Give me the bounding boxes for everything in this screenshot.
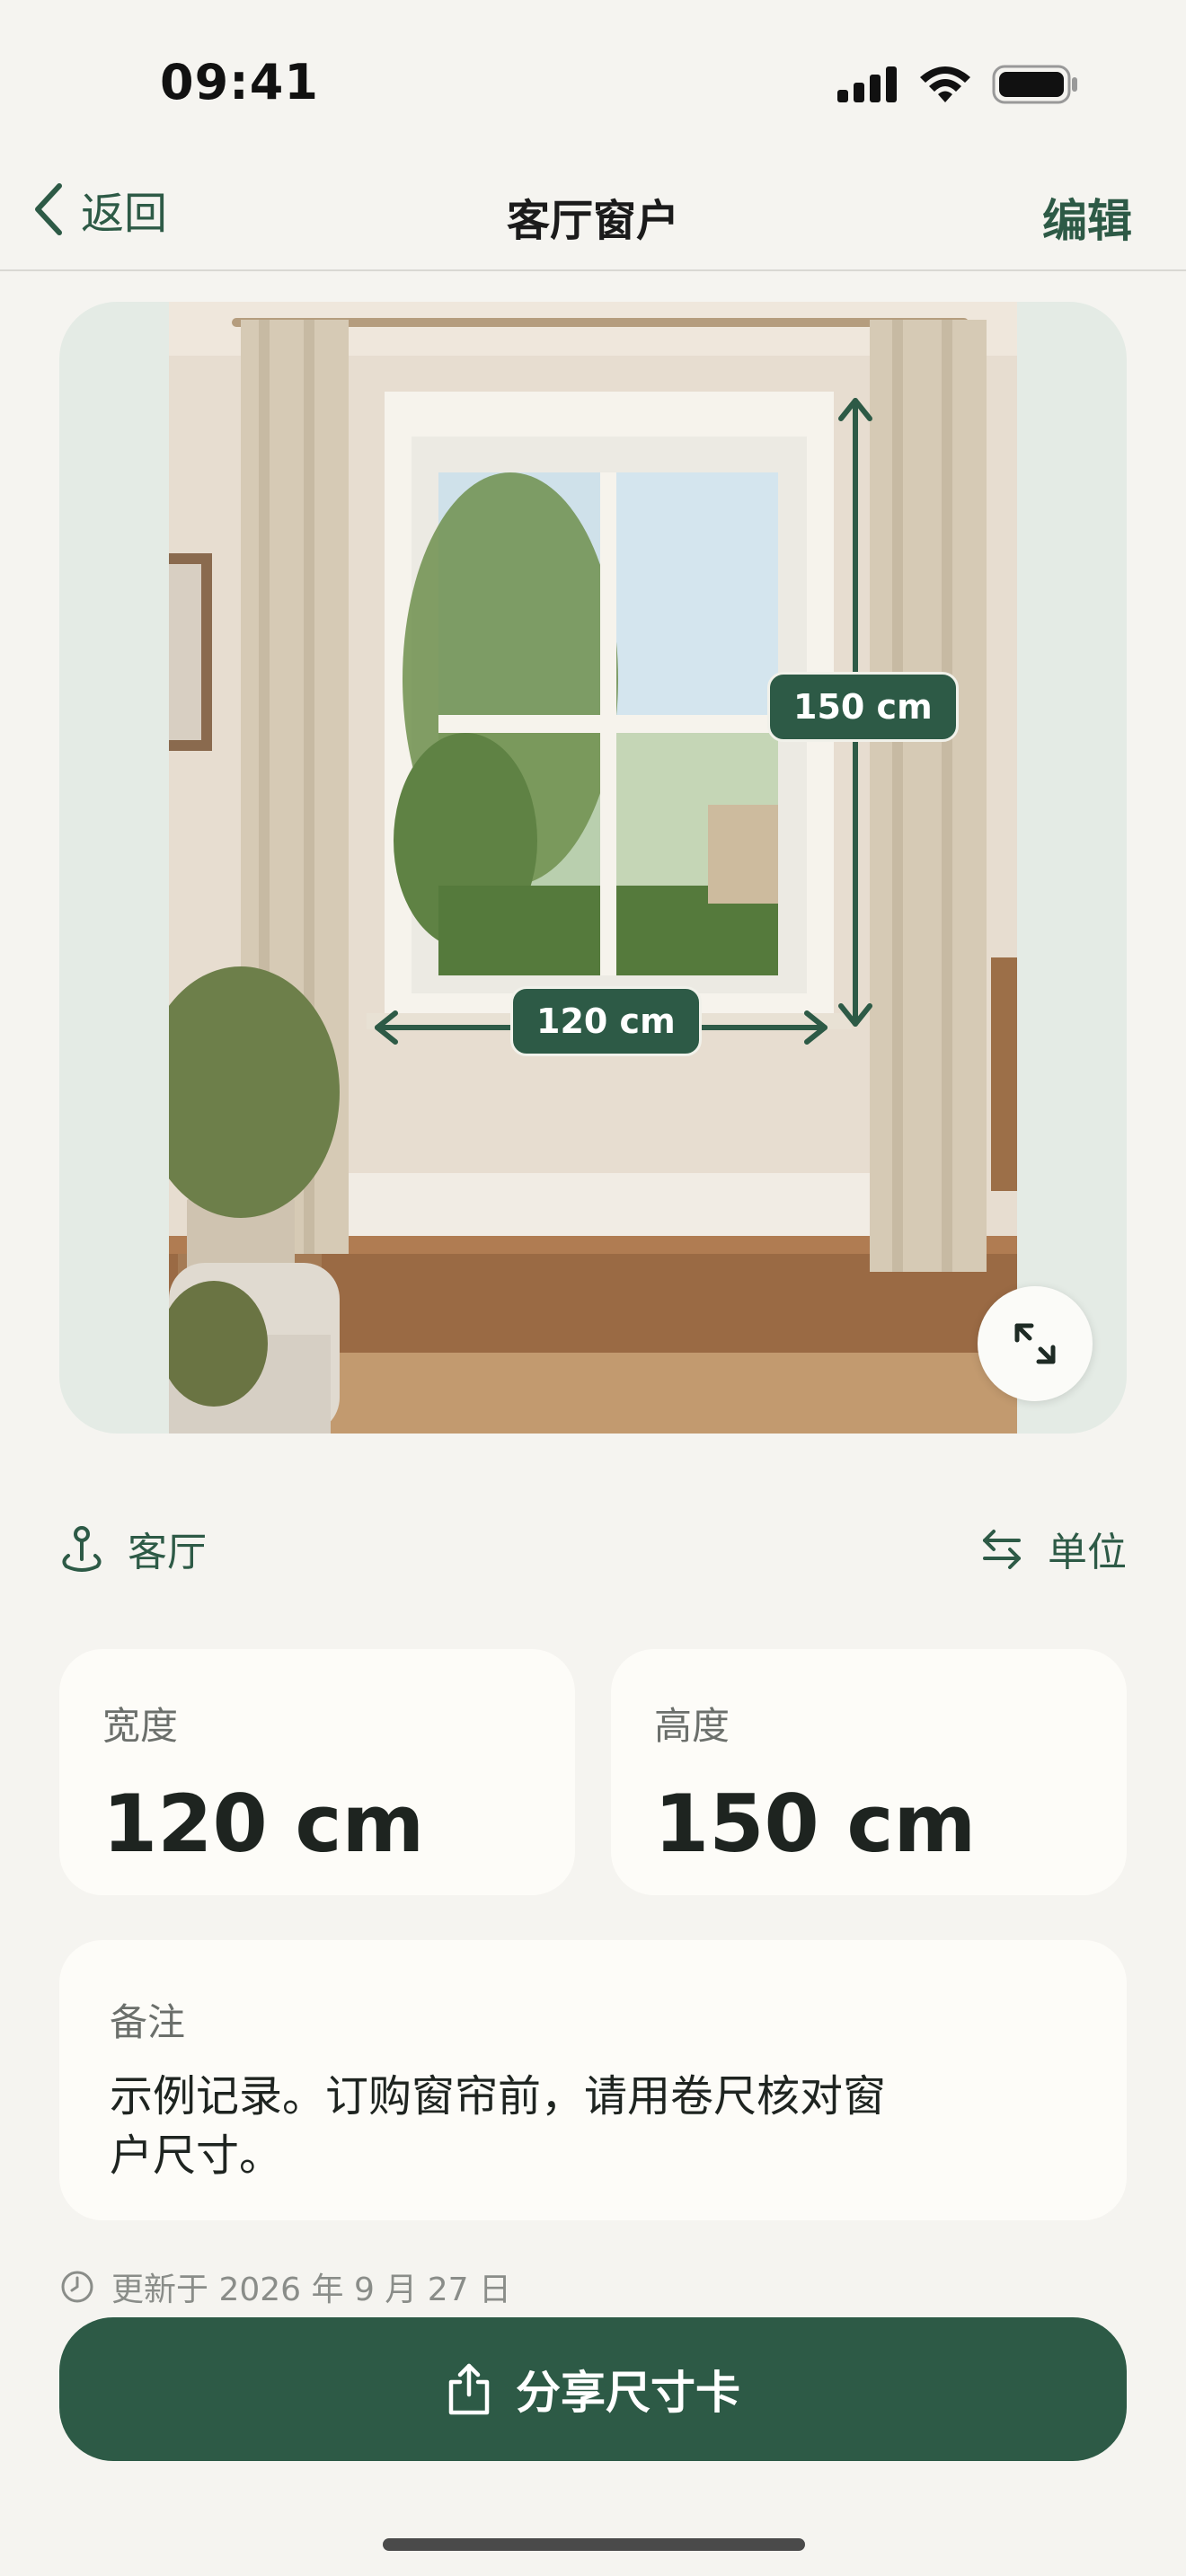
- status-icons: [837, 65, 1078, 104]
- window-photo: [169, 302, 1017, 1434]
- width-measure-label: 120 cm: [510, 986, 702, 1056]
- page-title: 客厅窗户: [506, 196, 679, 246]
- clock-icon: [61, 2271, 93, 2303]
- unit-toggle[interactable]: 单位: [979, 1520, 1127, 1577]
- height-card-label: 高度: [654, 1704, 730, 1748]
- share-button[interactable]: 分享尺寸卡: [59, 2317, 1127, 2461]
- notes-label: 备注: [110, 2000, 186, 2044]
- share-icon: [448, 2363, 490, 2415]
- edit-button[interactable]: 编辑: [1042, 185, 1132, 250]
- room-tag[interactable]: 客厅: [59, 1520, 207, 1577]
- home-indicator: [383, 2538, 805, 2551]
- height-card: 高度 150 cm: [611, 1649, 1127, 1895]
- notes-text: 示例记录。订购窗帘前，请用卷尺核对窗户尺寸。: [110, 2071, 887, 2181]
- height-card-value: 150 cm: [654, 1778, 977, 1870]
- status-time: 09:41: [160, 54, 319, 110]
- width-card-label: 宽度: [102, 1704, 179, 1748]
- width-card: 宽度 120 cm: [59, 1649, 575, 1895]
- width-card-value: 120 cm: [102, 1778, 425, 1870]
- expand-button[interactable]: [978, 1286, 1093, 1401]
- expand-icon: [1014, 1323, 1056, 1364]
- location-pin-icon: [62, 1526, 102, 1572]
- nav-bar: 返回 客厅窗户 编辑: [0, 153, 1186, 271]
- photo-card[interactable]: [59, 302, 1127, 1434]
- share-label: 分享尺寸卡: [516, 2367, 740, 2419]
- signal-icon: [837, 66, 897, 102]
- notes-card: 备注 示例记录。订购窗帘前，请用卷尺核对窗户尺寸。: [59, 1940, 1127, 2220]
- battery-icon: [992, 65, 1077, 104]
- height-measure-label: 150 cm: [767, 672, 959, 742]
- unit-label: 单位: [1048, 1530, 1127, 1575]
- room-label: 客厅: [128, 1530, 207, 1575]
- wifi-icon: [920, 66, 970, 102]
- updated-row: 更新于 2026 年 9 月 27 日: [59, 2263, 511, 2310]
- swap-arrows-icon: [983, 1530, 1021, 1569]
- updated-text: 更新于 2026 年 9 月 27 日: [111, 2272, 511, 2308]
